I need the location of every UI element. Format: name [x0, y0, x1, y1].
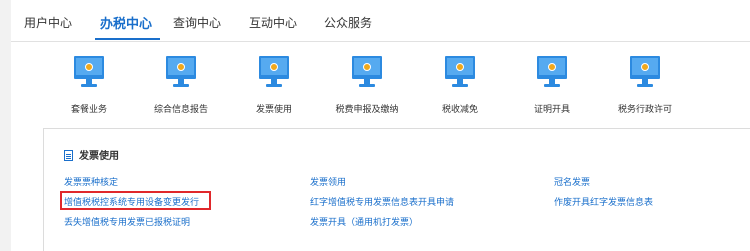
dropdown-title-text: 发票使用: [79, 151, 119, 162]
service-invoice-use[interactable]: 发票使用: [229, 56, 319, 115]
service-label: 发票使用: [255, 105, 292, 115]
service-label: 税务行政许可: [617, 105, 672, 115]
link-lost-vat-invoice-proof[interactable]: 丢失增值税专用发票已报税证明: [64, 215, 190, 228]
service-info-report[interactable]: 综合信息报告: [136, 56, 226, 115]
tab-interaction-center[interactable]: 互动中心: [249, 14, 297, 31]
service-label: 套餐业务: [70, 105, 107, 115]
document-icon: [64, 150, 73, 161]
service-tax-reduction[interactable]: 税收减免: [415, 56, 505, 115]
service-label: 税收减免: [441, 105, 478, 115]
link-named-invoice[interactable]: 冠名发票: [554, 175, 590, 188]
highlight-annotation-box: [60, 191, 211, 210]
tab-user-center[interactable]: 用户中心: [24, 14, 72, 31]
tab-query-center[interactable]: 查询中心: [173, 14, 221, 31]
service-package-business[interactable]: 套餐业务: [44, 56, 134, 115]
monitor-icon: [74, 56, 104, 90]
monitor-icon: [352, 56, 382, 90]
service-tax-declaration[interactable]: 税费申报及缴纳: [322, 56, 412, 115]
link-invoice-claim[interactable]: 发票领用: [310, 175, 346, 188]
monitor-icon: [630, 56, 660, 90]
service-label: 证明开具: [533, 105, 570, 115]
top-navigation: 用户中心 办税中心 查询中心 互动中心 公众服务: [11, 0, 750, 42]
monitor-icon: [537, 56, 567, 90]
service-panel: 套餐业务 综合信息报告 发票使用 税费申报及缴纳 税收减免 证明开具 税务行政许…: [11, 42, 750, 251]
link-void-red-invoice-info[interactable]: 作废开具红字发票信息表: [554, 195, 653, 208]
link-invoice-type-approval[interactable]: 发票票种核定: [64, 175, 118, 188]
dropdown-title: 发票使用: [64, 147, 119, 162]
monitor-icon: [259, 56, 289, 90]
tab-public-service[interactable]: 公众服务: [324, 14, 372, 31]
active-tab-indicator: [95, 38, 160, 40]
link-red-vat-info-application[interactable]: 红字增值税专用发票信息表开具申请: [310, 195, 454, 208]
service-label: 综合信息报告: [153, 105, 208, 115]
monitor-icon: [445, 56, 475, 90]
service-admin-license[interactable]: 税务行政许可: [600, 56, 690, 115]
link-general-machine-invoice[interactable]: 发票开具（通用机打发票）: [310, 215, 418, 228]
monitor-icon: [166, 56, 196, 90]
service-certificate[interactable]: 证明开具: [507, 56, 597, 115]
tab-tax-center[interactable]: 办税中心: [100, 13, 152, 32]
service-label: 税费申报及缴纳: [335, 105, 399, 115]
invoice-use-dropdown: 发票使用 发票票种核定 增值税税控系统专用设备变更发行 丢失增值税专用发票已报税…: [43, 128, 750, 251]
